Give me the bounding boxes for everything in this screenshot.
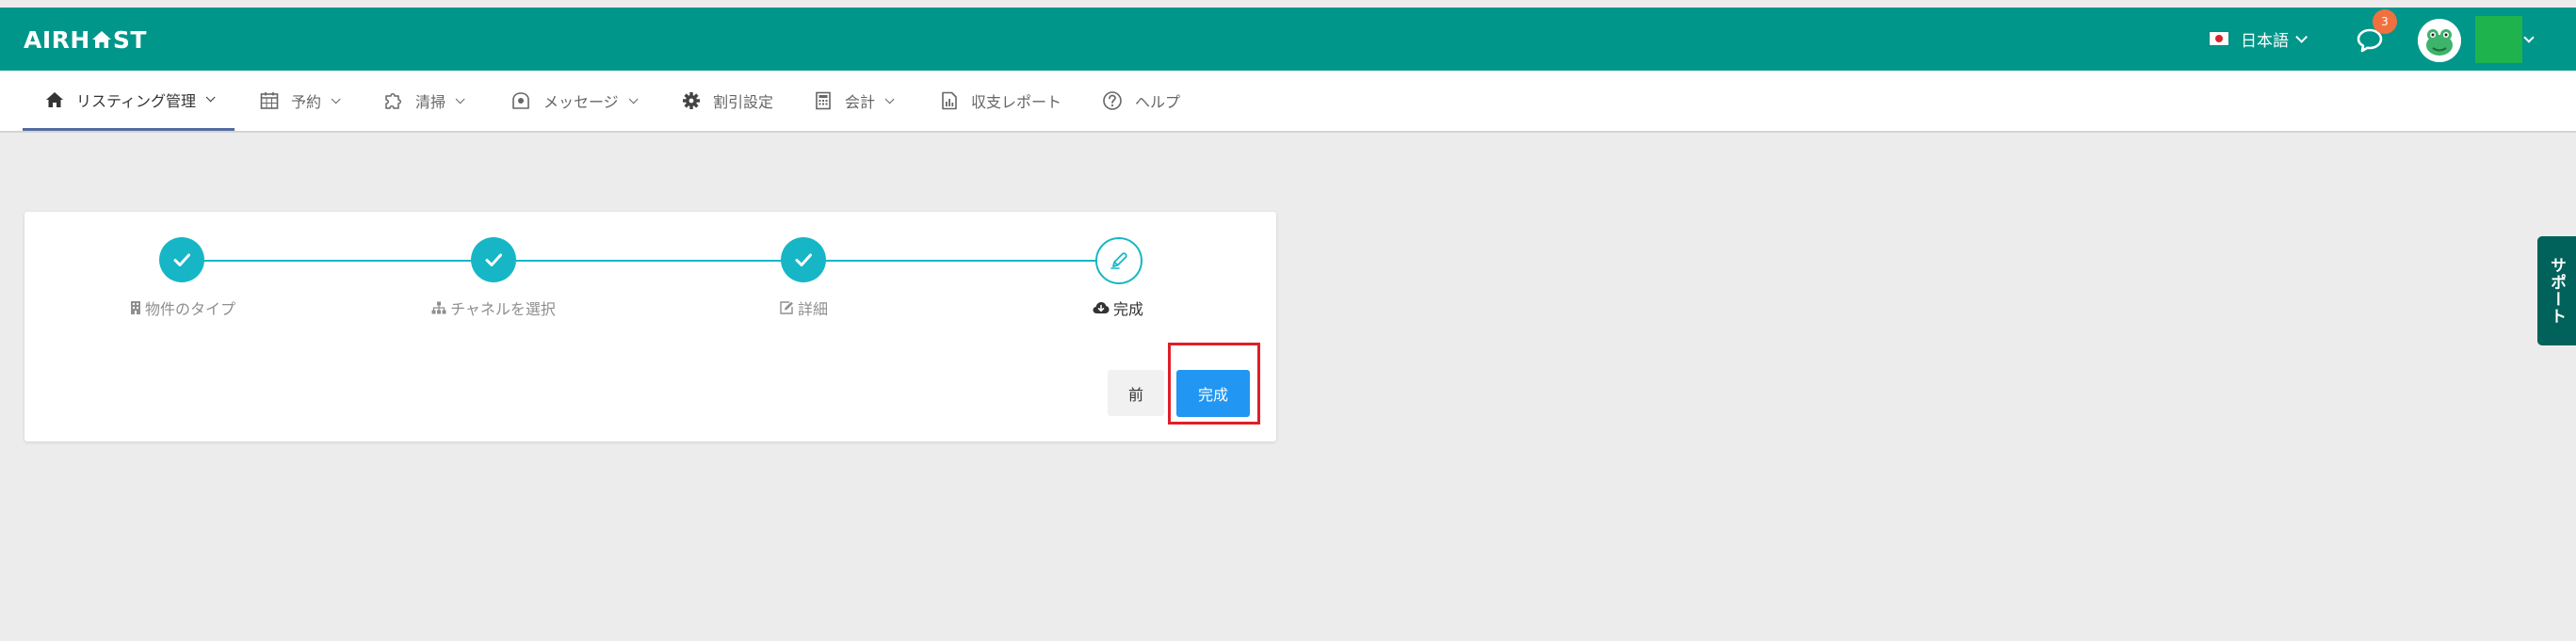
nav-item-help[interactable]: ヘルプ	[1102, 71, 1180, 131]
nav-item-accounting[interactable]: 会計	[814, 71, 895, 131]
nav-item-messages[interactable]: メッセージ	[510, 71, 639, 131]
logo-text-left: AIRH	[24, 25, 90, 54]
user-menu-chevron-icon[interactable]	[2523, 32, 2535, 43]
nav-label: リスティング管理	[76, 91, 197, 110]
step-1-label: 物件のタイプ	[117, 296, 249, 319]
chevron-down-icon	[628, 93, 639, 104]
building-icon	[130, 301, 140, 314]
notification-badge: 3	[2373, 9, 2397, 34]
listing-wizard-card: 物件のタイプ チャネルを選択 詳細 完成 前 完成	[24, 212, 1276, 441]
step-2-complete[interactable]	[471, 237, 516, 282]
step-4-label: 完成	[1071, 296, 1165, 319]
support-label: サポート	[2547, 257, 2566, 325]
language-label: 日本語	[2241, 31, 2289, 51]
support-tab[interactable]: サポート	[2537, 236, 2576, 345]
nav-item-listing-management[interactable]: リスティング管理	[23, 71, 235, 131]
checkmark-icon	[485, 253, 502, 266]
airhost-logo[interactable]: AIRH ST	[24, 24, 147, 55]
step-connector-2	[516, 260, 781, 262]
nav-label: メッセージ	[543, 93, 619, 111]
step-3-complete[interactable]	[781, 237, 826, 282]
language-selector[interactable]: 日本語	[2210, 24, 2308, 53]
nav-item-income-report[interactable]: 収支レポート	[940, 71, 1061, 131]
cloud-download-icon	[1093, 302, 1110, 313]
nav-item-cleaning[interactable]: 清掃	[384, 71, 465, 131]
nav-label: 収支レポート	[971, 93, 1062, 111]
chevron-down-icon	[884, 93, 895, 104]
home-icon	[46, 91, 63, 107]
checkmark-icon	[795, 253, 812, 266]
nav-label: ヘルプ	[1135, 93, 1181, 111]
step-3-label: 詳細	[756, 296, 851, 319]
step-1-complete[interactable]	[159, 237, 204, 282]
user-name-redacted[interactable]	[2475, 16, 2522, 63]
checkmark-icon	[173, 253, 190, 266]
logo-text-right: ST	[112, 25, 147, 54]
top-header-bar: AIRH ST 日本語 3	[0, 8, 2576, 71]
main-navigation: リスティング管理 予約 清掃 メッセージ 割引設定 会計 収支レポート ヘルプ	[0, 71, 2576, 133]
help-icon	[1103, 91, 1122, 110]
step-2-label: チャネルを選択	[418, 296, 569, 319]
chevron-down-icon	[2295, 30, 2308, 43]
nav-label: 割引設定	[713, 93, 774, 111]
pencil-icon	[1110, 252, 1127, 269]
step-4-current[interactable]	[1095, 237, 1142, 284]
gear-icon	[683, 92, 700, 109]
nav-item-reservations[interactable]: 予約	[260, 71, 341, 131]
nav-label: 予約	[291, 93, 322, 111]
japan-flag-icon	[2210, 32, 2228, 45]
message-icon	[512, 92, 529, 109]
step-connector-1	[204, 260, 471, 262]
chevron-down-icon	[455, 93, 465, 104]
puzzle-icon	[385, 93, 401, 109]
nav-label: 会計	[845, 93, 876, 111]
user-avatar[interactable]	[2418, 19, 2461, 62]
calendar-icon	[260, 92, 279, 109]
chevron-down-icon	[205, 92, 216, 103]
edit-icon	[780, 301, 793, 314]
chevron-down-icon	[331, 93, 341, 104]
previous-button[interactable]: 前	[1108, 370, 1164, 416]
nav-item-discount-settings[interactable]: 割引設定	[682, 71, 773, 131]
nav-label: 清掃	[415, 93, 446, 111]
calculator-icon	[816, 91, 831, 110]
sitemap-icon	[431, 301, 446, 314]
finish-button-highlight	[1168, 343, 1260, 425]
step-connector-3	[826, 260, 1123, 262]
report-icon	[942, 91, 957, 110]
avatar-character-icon	[2418, 19, 2461, 62]
logo-house-icon	[91, 31, 111, 48]
